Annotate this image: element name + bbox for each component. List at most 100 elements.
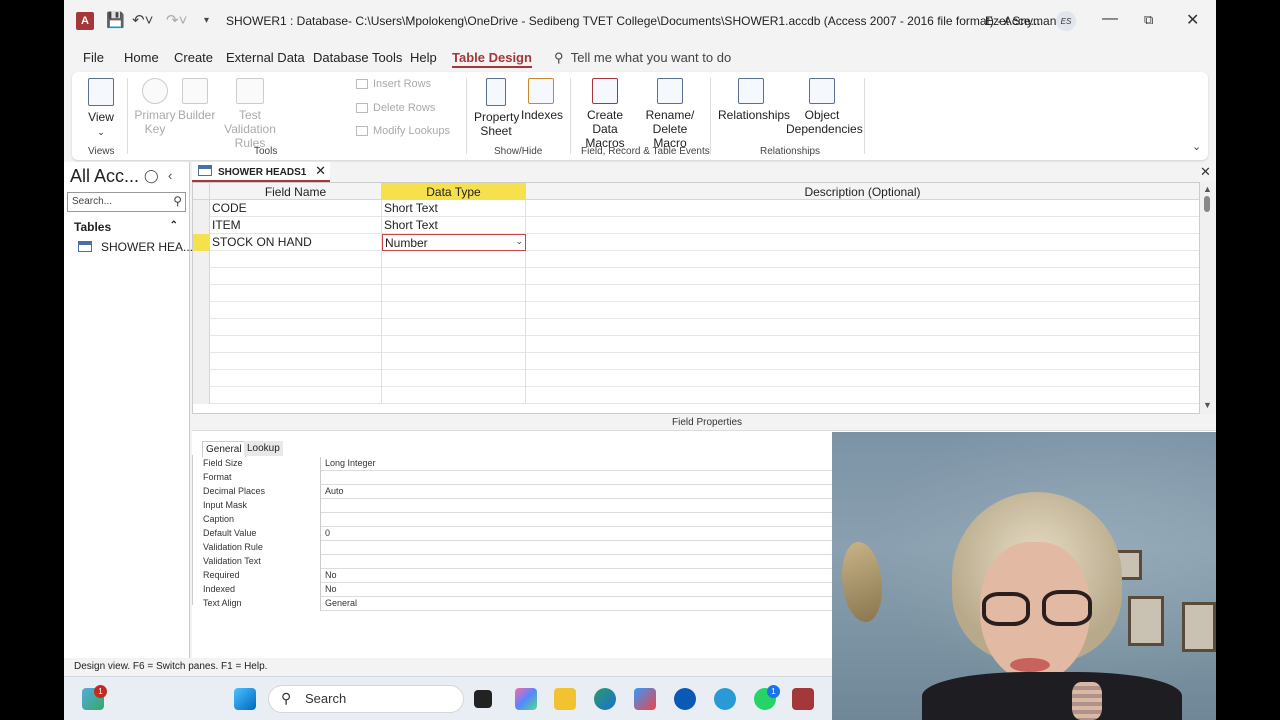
design-grid-scrollbar[interactable]: ▲ ▼ (1200, 182, 1216, 414)
document-tab[interactable]: SHOWER HEADS1 ✕ (192, 162, 330, 182)
empty-cell[interactable] (210, 285, 382, 302)
property-value[interactable]: Long Integer (323, 457, 831, 471)
empty-row[interactable] (193, 285, 1199, 302)
hp-icon[interactable] (674, 688, 696, 710)
table-row[interactable]: STOCK ON HAND Number ⌄ (193, 234, 1199, 251)
property-row[interactable]: Default Value 0 (201, 527, 834, 541)
collapse-ribbon-icon[interactable]: ⌄ (1192, 140, 1201, 153)
tab-external-data[interactable]: External Data (226, 50, 305, 65)
taskbar-search[interactable]: ⚲ Search (268, 685, 464, 713)
tab-lookup[interactable]: Lookup (244, 441, 283, 456)
redo-icon[interactable]: ↷˅ (166, 11, 187, 29)
description-cell[interactable] (526, 200, 1199, 217)
close-tab-icon[interactable]: ✕ (315, 163, 326, 179)
data-type-cell[interactable]: Short Text (382, 200, 526, 217)
file-explorer-icon[interactable] (554, 688, 576, 710)
field-name-cell[interactable]: ITEM (210, 217, 382, 234)
row-selector[interactable] (193, 217, 210, 234)
tell-me-search[interactable]: ⚲ Tell me what you want to do (554, 50, 731, 66)
edge-icon[interactable] (594, 688, 616, 710)
row-selector[interactable] (193, 268, 210, 285)
empty-row[interactable] (193, 336, 1199, 353)
restore-icon[interactable]: ⧉ (1144, 12, 1153, 28)
close-document-icon[interactable]: ✕ (1200, 164, 1211, 180)
tab-help[interactable]: Help (410, 50, 437, 65)
row-selector[interactable] (193, 387, 210, 404)
empty-cell[interactable] (382, 302, 526, 319)
empty-cell[interactable] (210, 251, 382, 268)
indexes-button[interactable]: Indexes (521, 78, 563, 122)
empty-row[interactable] (193, 353, 1199, 370)
builder-button[interactable]: Builder (178, 78, 215, 122)
data-type-cell[interactable]: Short Text (382, 217, 526, 234)
empty-row[interactable] (193, 370, 1199, 387)
minimize-icon[interactable]: — (1102, 10, 1118, 28)
data-type-dropdown[interactable]: Number ⌄ (382, 234, 526, 251)
help-icon[interactable] (714, 688, 736, 710)
empty-row[interactable] (193, 302, 1199, 319)
nav-pane-title[interactable]: All Acc... (70, 166, 139, 187)
close-icon[interactable]: ✕ (1186, 10, 1199, 30)
empty-cell[interactable] (382, 285, 526, 302)
property-row[interactable]: Field Size Long Integer (201, 457, 834, 471)
property-value[interactable]: General (323, 597, 831, 611)
row-selector[interactable] (193, 319, 210, 336)
undo-icon[interactable]: ↶˅ (132, 11, 153, 29)
property-value[interactable] (323, 513, 831, 527)
shutter-bar-close-icon[interactable]: ‹ (168, 168, 172, 183)
store-icon[interactable] (634, 688, 656, 710)
description-cell[interactable] (526, 234, 1199, 251)
empty-cell[interactable] (210, 319, 382, 336)
tab-table-design[interactable]: Table Design (452, 50, 532, 68)
nav-group-tables[interactable]: Tables ⌃ (74, 220, 178, 234)
scroll-up-icon[interactable]: ▲ (1203, 184, 1212, 194)
property-row[interactable]: Required No (201, 569, 834, 583)
object-dependencies-button[interactable]: Object Dependencies (786, 78, 863, 136)
empty-cell[interactable] (210, 370, 382, 387)
property-row[interactable]: Indexed No (201, 583, 834, 597)
test-validation-button[interactable]: Test Validation Rules (214, 78, 286, 150)
property-row[interactable]: Format (201, 471, 834, 485)
row-selector[interactable] (193, 234, 210, 251)
user-name[interactable]: Ezet Snyman (985, 14, 1056, 28)
property-value[interactable]: No (323, 583, 831, 597)
tab-home[interactable]: Home (124, 50, 159, 65)
empty-row[interactable] (193, 268, 1199, 285)
row-selector[interactable] (193, 302, 210, 319)
property-row[interactable]: Decimal Places Auto (201, 485, 834, 499)
empty-cell[interactable] (210, 302, 382, 319)
property-value[interactable] (323, 499, 831, 513)
property-row[interactable]: Text Align General (201, 597, 834, 611)
empty-cell[interactable] (382, 370, 526, 387)
empty-cell[interactable] (210, 353, 382, 370)
empty-row[interactable] (193, 387, 1199, 404)
avatar[interactable]: ES (1056, 11, 1076, 31)
empty-cell[interactable] (382, 353, 526, 370)
start-icon[interactable] (234, 688, 256, 710)
nav-menu-icon[interactable]: ◯ (144, 168, 159, 184)
customize-qat-icon[interactable]: ▾ (204, 15, 209, 26)
empty-cell[interactable] (382, 319, 526, 336)
row-selector[interactable] (193, 336, 210, 353)
view-button[interactable]: View ⌄ (86, 78, 116, 139)
empty-cell[interactable] (210, 268, 382, 285)
chevron-down-icon[interactable]: ⌄ (515, 236, 523, 247)
task-view-icon[interactable] (474, 690, 492, 708)
property-value[interactable]: 0 (323, 527, 831, 541)
tab-database-tools[interactable]: Database Tools (313, 50, 402, 65)
delete-rows-button[interactable]: Delete Rows (356, 102, 435, 114)
table-row[interactable]: ITEM Short Text (193, 217, 1199, 234)
property-row[interactable]: Input Mask (201, 499, 834, 513)
row-selector[interactable] (193, 200, 210, 217)
property-value[interactable] (323, 471, 831, 485)
tab-create[interactable]: Create (174, 50, 213, 65)
field-name-cell[interactable]: CODE (210, 200, 382, 217)
scrollbar-thumb[interactable] (1204, 196, 1210, 212)
row-selector[interactable] (193, 285, 210, 302)
scroll-down-icon[interactable]: ▼ (1203, 400, 1212, 410)
save-icon[interactable]: 💾 (106, 11, 125, 29)
property-sheet-button[interactable]: Property Sheet (474, 78, 519, 138)
nav-search-input[interactable]: Search... ⚲ (67, 192, 186, 212)
empty-cell[interactable] (382, 336, 526, 353)
copilot-app-icon[interactable] (515, 688, 537, 710)
